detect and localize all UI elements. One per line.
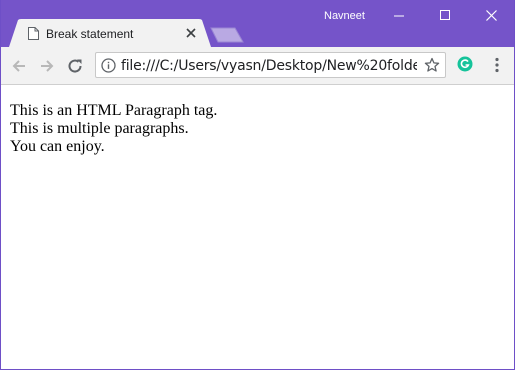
grammarly-icon[interactable]	[457, 56, 473, 72]
info-icon[interactable]	[101, 58, 116, 73]
browser-toolbar: file:///C:/Users/vyasn/Desktop/New%20fol…	[1, 47, 514, 85]
document-icon	[28, 27, 39, 40]
minimize-button[interactable]	[376, 0, 422, 30]
window-controls	[376, 0, 514, 30]
paragraph-line: This is an HTML Paragraph tag.	[10, 102, 218, 119]
maximize-button[interactable]	[422, 0, 468, 30]
title-bar: Navneet Break statement	[1, 0, 514, 47]
back-icon[interactable]	[10, 57, 28, 75]
maximize-icon	[439, 9, 450, 20]
tab-active[interactable]: Break statement	[9, 19, 211, 47]
page-content: This is an HTML Paragraph tag. This is m…	[1, 85, 514, 156]
url-text[interactable]: file:///C:/Users/vyasn/Desktop/New%20fol…	[121, 58, 417, 74]
address-bar[interactable]: file:///C:/Users/vyasn/Desktop/New%20fol…	[95, 52, 446, 78]
star-icon[interactable]	[424, 57, 440, 73]
reload-icon[interactable]	[66, 57, 84, 75]
tab-title: Break statement	[46, 27, 134, 41]
minimize-icon	[393, 15, 404, 16]
profile-name[interactable]: Navneet	[324, 10, 365, 22]
close-icon	[485, 9, 497, 21]
forward-icon[interactable]	[38, 57, 56, 75]
browser-window: Navneet Break statement file:///C:/Users…	[0, 0, 515, 370]
paragraph-line: You can enjoy.	[10, 138, 105, 155]
menu-icon[interactable]	[494, 57, 500, 73]
paragraph-line: This is multiple paragraphs.	[10, 120, 189, 137]
close-icon[interactable]	[185, 27, 197, 39]
new-tab-button[interactable]	[210, 27, 244, 43]
close-window-button[interactable]	[468, 0, 514, 30]
